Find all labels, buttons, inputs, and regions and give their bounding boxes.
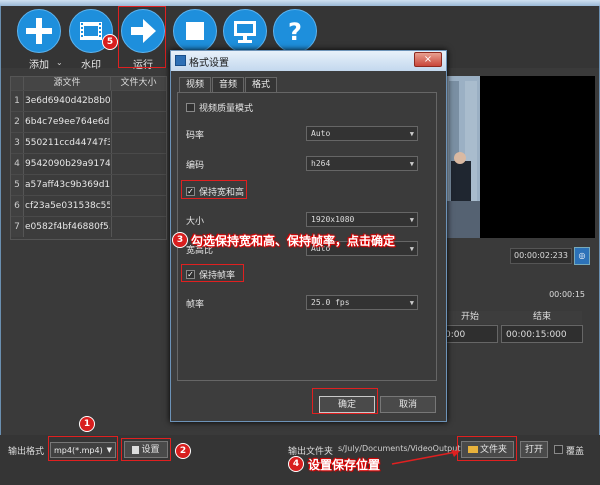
step-3-marker: 3 — [172, 232, 188, 248]
dialog-titlebar[interactable]: 格式设置 × — [171, 51, 446, 71]
column-header-size[interactable]: 文件大小 — [111, 77, 166, 90]
row-number: 4 — [11, 154, 24, 174]
table-row[interactable]: 2 6b4c7e9ee764e6d... — [11, 111, 166, 132]
bitrate-value: Auto — [311, 129, 331, 138]
step-3-instruction: 勾选保持宽和高、保持帧率，点击确定 — [191, 234, 396, 248]
table-row[interactable]: 7 e0582f4bf46880f5... — [11, 216, 166, 237]
codec-label: 编码 — [186, 161, 205, 171]
row-filename: a57aff43c9b369d1... — [25, 180, 110, 190]
row-filesize — [111, 91, 167, 111]
overwrite-label: 覆盖 — [566, 447, 585, 457]
row-number: 2 — [11, 112, 24, 132]
table-row[interactable]: 1 3e6d6940d42b8b0... — [11, 90, 166, 111]
row-filename: e0582f4bf46880f5... — [25, 222, 110, 232]
bitrate-label: 码率 — [186, 131, 205, 141]
step-2-marker: 2 — [175, 443, 191, 459]
svg-text:?: ? — [288, 18, 302, 46]
add-button[interactable] — [17, 9, 61, 53]
run-highlight-box — [118, 6, 166, 68]
bitrate-select[interactable]: Auto ▼ — [306, 126, 418, 141]
row-number: 5 — [11, 175, 24, 195]
chevron-down-icon: ▼ — [409, 245, 414, 253]
add-dropdown-caret[interactable]: ⌄ — [56, 58, 63, 67]
current-time-display: 00:00:02:233 — [510, 248, 572, 264]
row-number: 7 — [11, 217, 24, 237]
table-row[interactable]: 6 cf23a5e031538c55... — [11, 195, 166, 216]
codec-value: h264 — [311, 159, 331, 168]
row-number: 6 — [11, 196, 24, 216]
segment-end-header: 结束 — [532, 312, 551, 322]
keep-aspect-highlight-box — [181, 180, 247, 199]
preview-frame-image — [445, 76, 480, 238]
row-filename: 550211ccd44747f3... — [25, 138, 110, 148]
framerate-select[interactable]: 25.0 fps ▼ — [306, 295, 418, 310]
segment-start-header: 开始 — [460, 312, 479, 322]
tab-audio[interactable]: 音频 — [212, 77, 244, 92]
ok-highlight-box — [312, 388, 378, 414]
cancel-button[interactable]: 取消 — [380, 396, 436, 413]
help-button[interactable]: ? — [273, 9, 317, 53]
row-filesize — [111, 217, 167, 237]
framerate-label: 帧率 — [186, 300, 205, 310]
row-filesize — [111, 112, 167, 132]
stop-icon — [186, 22, 204, 40]
close-button[interactable]: × — [414, 52, 442, 67]
duration-display: 00:00:15 — [549, 290, 585, 299]
row-filename: cf23a5e031538c55... — [25, 201, 110, 211]
step-4-instruction: 设置保存位置 — [308, 458, 381, 472]
row-filesize — [111, 175, 167, 195]
segment-start-input[interactable]: 0:00 — [440, 325, 498, 343]
settings-highlight-box — [121, 438, 171, 461]
size-value: 1920x1080 — [311, 215, 355, 224]
watermark-button-label: 水印 — [81, 60, 101, 71]
row-filename: 9542090b29a9174... — [25, 159, 110, 169]
video-preview[interactable] — [445, 76, 595, 238]
video-quality-mode-label: 视频质量模式 — [199, 104, 254, 114]
framerate-value: 25.0 fps — [311, 298, 350, 307]
step-1-marker: 1 — [79, 416, 95, 432]
chevron-down-icon: ▼ — [409, 130, 414, 138]
chevron-down-icon: ▼ — [409, 216, 414, 224]
video-quality-mode-checkbox[interactable] — [186, 103, 195, 112]
folder-highlight-box — [457, 436, 517, 461]
row-filesize — [111, 133, 167, 153]
row-number: 1 — [11, 91, 24, 111]
step-4-marker: 4 — [288, 456, 304, 472]
step-5-marker: 5 — [102, 34, 118, 50]
dialog-title: 格式设置 — [189, 58, 229, 69]
snapshot-icon[interactable]: ◎ — [574, 247, 590, 265]
segment-end-input[interactable]: 00:00:15:000 — [501, 325, 583, 343]
row-number: 3 — [11, 133, 24, 153]
stop-button[interactable] — [173, 9, 217, 53]
keep-framerate-highlight-box — [181, 264, 244, 282]
codec-select[interactable]: h264 ▼ — [306, 156, 418, 171]
step-4-arrow — [391, 450, 460, 465]
segment-header: 开始 结束 — [440, 311, 582, 324]
row-filename: 6b4c7e9ee764e6d... — [25, 117, 110, 127]
tab-format[interactable]: 格式 — [245, 77, 277, 92]
file-table: 源文件 文件大小 1 3e6d6940d42b8b0... 2 6b4c7e9e… — [10, 76, 167, 240]
chevron-down-icon: ▼ — [409, 160, 414, 168]
row-filesize — [111, 196, 167, 216]
column-header-source[interactable]: 源文件 — [24, 77, 111, 90]
preview-button[interactable] — [223, 9, 267, 53]
table-row[interactable]: 4 9542090b29a9174... — [11, 153, 166, 174]
plus-icon — [26, 18, 52, 44]
table-row[interactable]: 3 550211ccd44747f3... — [11, 132, 166, 153]
open-button[interactable]: 打开 — [520, 441, 548, 458]
size-label: 大小 — [186, 217, 205, 227]
format-highlight-box — [48, 436, 118, 461]
table-corner — [11, 77, 24, 90]
monitor-icon — [234, 21, 256, 43]
chevron-down-icon: ▼ — [409, 299, 414, 307]
size-select[interactable]: 1920x1080 ▼ — [306, 212, 418, 227]
output-format-label: 输出格式 — [8, 447, 45, 457]
row-filename: 3e6d6940d42b8b0... — [25, 96, 110, 106]
table-row[interactable]: 5 a57aff43c9b369d1... — [11, 174, 166, 195]
tab-video[interactable]: 视频 — [179, 77, 211, 93]
help-icon: ? — [288, 18, 302, 46]
app-icon — [175, 55, 186, 66]
overwrite-checkbox[interactable] — [554, 445, 563, 454]
row-filesize — [111, 154, 167, 174]
